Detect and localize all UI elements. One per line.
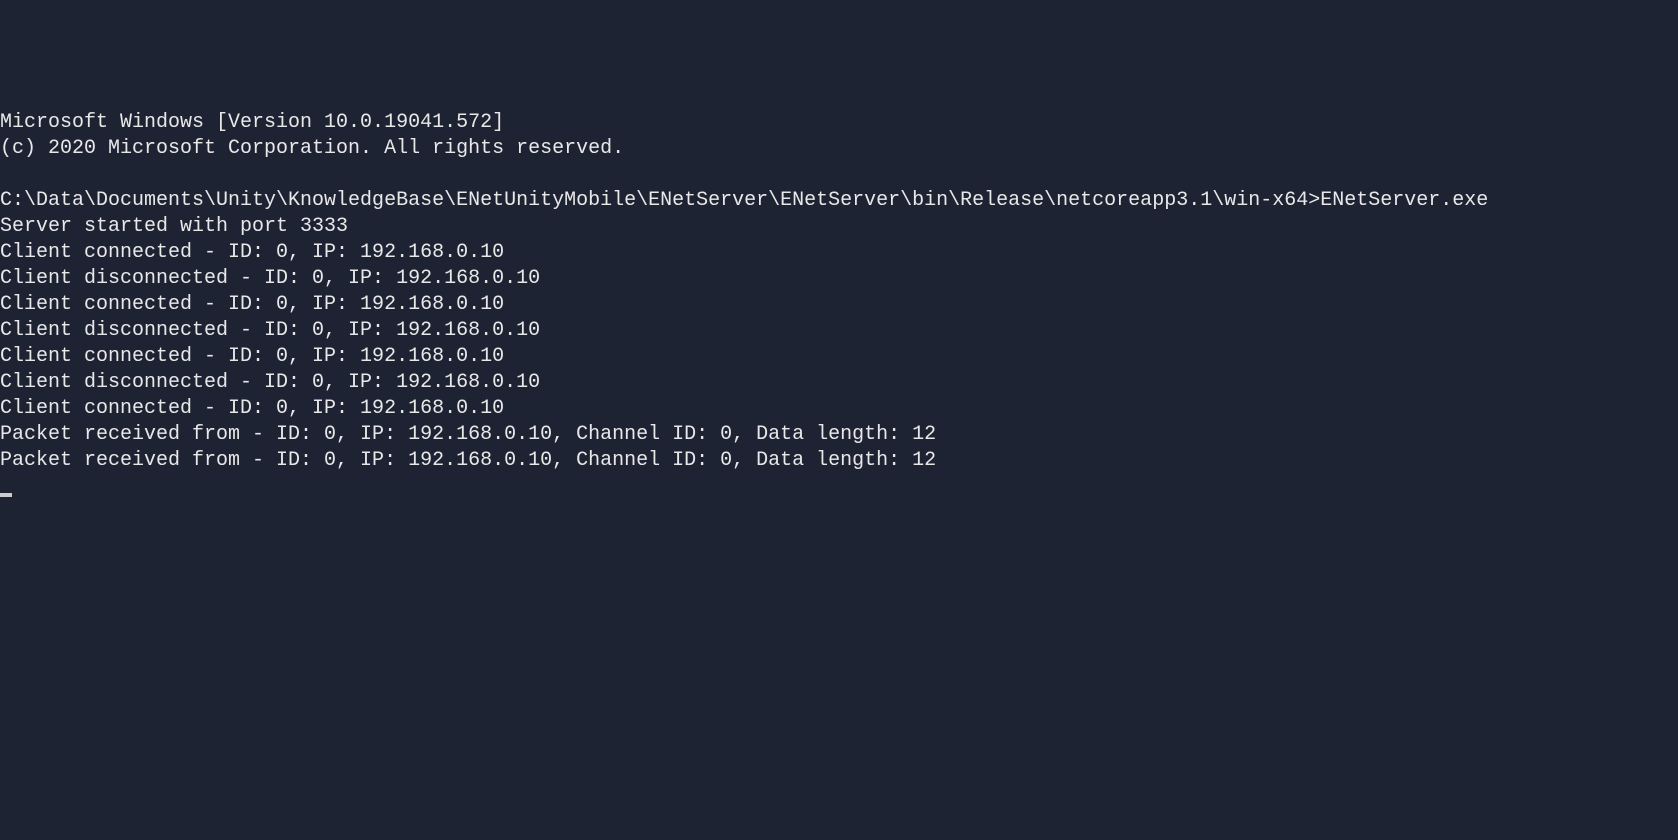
terminal-line: Client connected - ID: 0, IP: 192.168.0.…: [0, 344, 1678, 370]
terminal-line: Client disconnected - ID: 0, IP: 192.168…: [0, 266, 1678, 292]
terminal-line: Client connected - ID: 0, IP: 192.168.0.…: [0, 240, 1678, 266]
terminal-line: (c) 2020 Microsoft Corporation. All righ…: [0, 136, 1678, 162]
terminal-blank-line: [0, 162, 1678, 188]
terminal-line: Client disconnected - ID: 0, IP: 192.168…: [0, 370, 1678, 396]
terminal-line: Packet received from - ID: 0, IP: 192.16…: [0, 448, 1678, 474]
terminal-line: Client connected - ID: 0, IP: 192.168.0.…: [0, 292, 1678, 318]
terminal-line: Packet received from - ID: 0, IP: 192.16…: [0, 422, 1678, 448]
terminal-line: Client disconnected - ID: 0, IP: 192.168…: [0, 318, 1678, 344]
terminal-line: Server started with port 3333: [0, 214, 1678, 240]
terminal-line: Client connected - ID: 0, IP: 192.168.0.…: [0, 396, 1678, 422]
cursor-icon: [0, 493, 12, 497]
terminal-output[interactable]: Microsoft Windows [Version 10.0.19041.57…: [0, 110, 1678, 500]
terminal-line: Microsoft Windows [Version 10.0.19041.57…: [0, 110, 1678, 136]
terminal-prompt-line: C:\Data\Documents\Unity\KnowledgeBase\EN…: [0, 188, 1678, 214]
